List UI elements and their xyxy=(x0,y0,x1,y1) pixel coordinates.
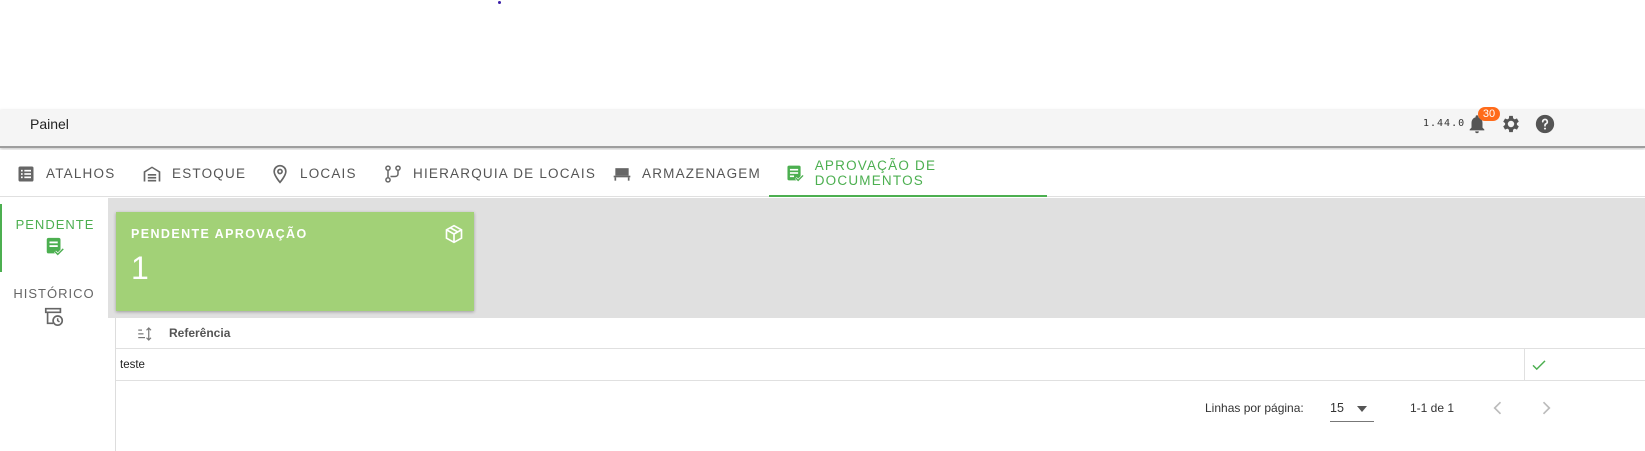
page-title: Painel xyxy=(30,116,69,132)
rows-per-page-select[interactable]: 15 xyxy=(1330,396,1374,422)
main-tabs: ATALHOS ESTOQUE LOCAIS HIERARQUIA DE LOC… xyxy=(0,150,1645,197)
tab-label: ARMAZENAGEM xyxy=(642,166,761,181)
tab-atalhos[interactable]: ATALHOS xyxy=(16,150,115,197)
table-row[interactable]: teste xyxy=(116,349,1645,381)
sidenav-label: PENDENTE xyxy=(15,217,95,232)
sidenav-item-pendente[interactable]: PENDENTE xyxy=(0,204,108,272)
approve-check-icon[interactable] xyxy=(1530,356,1548,374)
route-icon xyxy=(385,164,401,183)
version-label: 1.44.0 xyxy=(1423,118,1466,129)
card-value: 1 xyxy=(131,250,149,286)
tab-armazenagem[interactable]: ARMAZENAGEM xyxy=(612,150,761,197)
tab-label: HIERARQUIA DE LOCAIS xyxy=(413,166,597,181)
previous-page-icon[interactable] xyxy=(1488,398,1508,418)
tab-label: ATALHOS xyxy=(46,166,116,181)
cell-referencia: teste xyxy=(120,359,145,371)
stray-dot xyxy=(498,1,501,4)
column-header-referencia[interactable]: Referência xyxy=(169,326,230,340)
document-check-icon xyxy=(787,165,804,182)
tab-aprovacao-de-documentos[interactable]: APROVAÇÃO DE DOCUMENTOS xyxy=(769,150,1047,197)
tab-estoque[interactable]: ESTOQUE xyxy=(142,150,246,197)
history-icon xyxy=(44,307,64,326)
tab-hierarquia-de-locais[interactable]: HIERARQUIA DE LOCAIS xyxy=(383,150,596,197)
sidenav-item-historico[interactable]: HISTÓRICO xyxy=(0,280,108,340)
help-icon[interactable] xyxy=(1534,113,1556,135)
tab-locais[interactable]: LOCAIS xyxy=(270,150,357,197)
table-pagination: Linhas por página: 15 1-1 de 1 xyxy=(116,382,1645,451)
column-divider xyxy=(1524,349,1525,380)
document-check-icon xyxy=(46,237,65,257)
tab-label: APROVAÇÃO DE DOCUMENTOS xyxy=(814,157,937,188)
tab-label: ESTOQUE xyxy=(172,166,247,181)
card-title: PENDENTE APROVAÇÃO xyxy=(131,227,308,241)
top-bar: Painel 1.44.0 30 xyxy=(0,107,1645,148)
notification-badge: 30 xyxy=(1478,107,1500,121)
pending-approval-card: PENDENTE APROVAÇÃO 1 xyxy=(116,212,474,311)
tab-label: LOCAIS xyxy=(300,166,357,181)
table-header: Referência xyxy=(116,318,1645,349)
documents-table: Referência teste Linhas por página: 15 1… xyxy=(115,318,1645,451)
gear-icon[interactable] xyxy=(1500,113,1522,135)
side-nav: PENDENTE HISTÓRICO xyxy=(0,198,108,451)
next-page-icon[interactable] xyxy=(1536,398,1556,418)
cube-icon xyxy=(445,224,463,244)
pagination-range: 1-1 de 1 xyxy=(1410,401,1455,415)
sort-icon[interactable] xyxy=(136,325,154,343)
chevron-down-icon xyxy=(1357,406,1367,412)
sidenav-label: HISTÓRICO xyxy=(13,286,95,301)
rows-per-page-value: 15 xyxy=(1330,401,1344,415)
rows-per-page-label: Linhas por página: xyxy=(1205,401,1304,415)
warehouse-icon xyxy=(143,166,161,181)
list-icon xyxy=(18,166,34,181)
map-pin-icon xyxy=(273,164,287,184)
shelf-icon xyxy=(613,167,631,181)
